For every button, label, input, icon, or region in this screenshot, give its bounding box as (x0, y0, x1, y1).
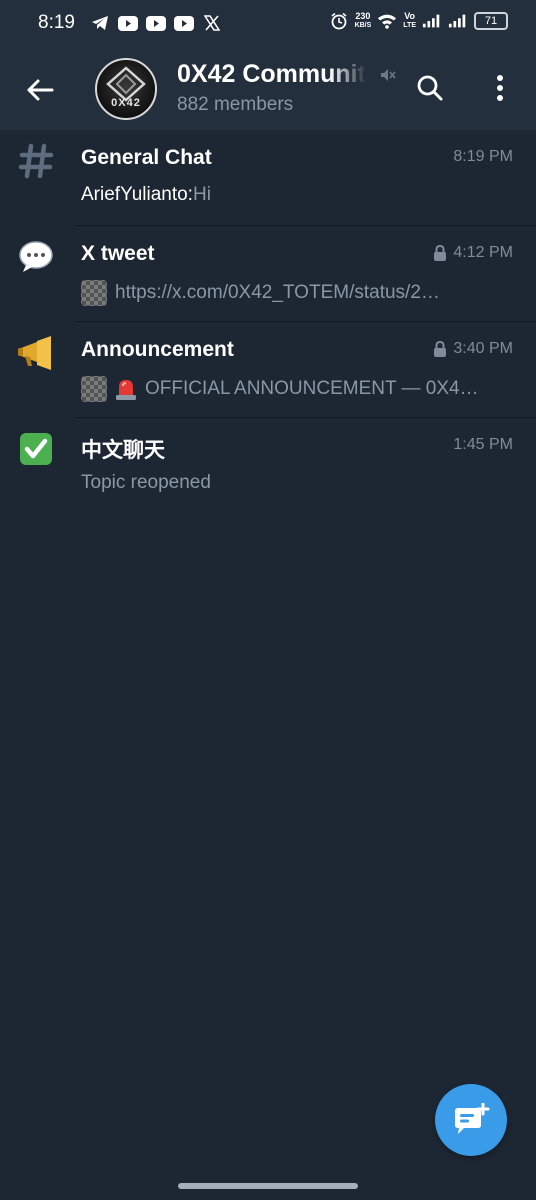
telegram-icon (90, 14, 110, 32)
volte-top: Vo (404, 11, 416, 21)
topic-time: 8:19 PM (453, 148, 513, 166)
signal-icon (422, 12, 442, 30)
youtube-icon (118, 14, 138, 32)
group-avatar[interactable]: 0X42 (95, 58, 157, 120)
lock-icon (434, 245, 447, 261)
home-indicator[interactable] (178, 1183, 358, 1189)
topic-time-text: 8:19 PM (453, 148, 513, 165)
back-arrow-icon (27, 79, 54, 101)
three-dots-vertical-icon (497, 75, 503, 101)
topic-name: 中文聊天 (81, 439, 165, 462)
more-options-button[interactable] (482, 68, 518, 108)
media-thumbnail (81, 280, 107, 306)
search-icon (417, 75, 443, 101)
topic-preview: OFFICIAL ANNOUNCEMENT — 0X4… (81, 376, 511, 402)
chat-header: 0X42 0X42 Communit 882 members (0, 48, 536, 130)
system-indicators: 230 KB/S Vo LTE 71 (329, 12, 508, 30)
x-logo-icon (202, 14, 222, 32)
media-thumbnail (81, 376, 107, 402)
topic-preview: Topic reopened (81, 472, 511, 494)
topic-preview: AriefYulianto: Hi (81, 184, 511, 206)
youtube-icon (146, 14, 166, 32)
check-mark-icon (17, 430, 55, 468)
notification-icons (90, 14, 222, 32)
network-speed-unit: KB/S (354, 22, 372, 29)
network-speed: 230 KB/S (355, 12, 372, 30)
topic-time: 3:40 PM (433, 340, 513, 358)
alarm-icon (329, 12, 349, 30)
topic-name: X tweet (81, 242, 155, 265)
member-count: 882 members (177, 94, 294, 115)
hashtag-icon (17, 142, 55, 180)
battery-indicator: 71 (474, 12, 508, 30)
network-speed-value: 230 (355, 11, 371, 21)
message-text: OFFICIAL ANNOUNCEMENT — 0X4… (145, 378, 479, 399)
muted-icon (378, 66, 396, 89)
topic-row-announcement[interactable]: Announcement 3:40 PM OFFICIAL ANNOUNCEME… (0, 322, 536, 418)
topic-time-text: 1:45 PM (453, 436, 513, 453)
new-topic-icon (455, 1103, 490, 1134)
topic-name: Announcement (81, 338, 234, 361)
message-text: Topic reopened (81, 472, 211, 493)
topic-row-x-tweet[interactable]: X tweet 4:12 PM https://x.com/0X42_TOTEM… (0, 226, 536, 322)
battery-level: 71 (484, 15, 498, 27)
message-text: https://x.com/0X42_TOTEM/status/2… (115, 282, 440, 303)
volte-indicator: Vo LTE (403, 12, 416, 30)
lock-icon (434, 341, 447, 357)
megaphone-icon (17, 334, 55, 372)
siren-icon (116, 380, 136, 400)
speech-bubble-icon (17, 238, 55, 276)
back-button[interactable] (20, 70, 60, 110)
status-time: 8:19 (38, 12, 75, 33)
topic-preview: https://x.com/0X42_TOTEM/status/2… (81, 280, 511, 306)
message-text: Hi (192, 184, 211, 205)
topic-time-text: 3:40 PM (453, 340, 513, 357)
topic-row-chinese-chat[interactable]: 中文聊天 1:45 PM Topic reopened (0, 418, 536, 514)
topic-row-general-chat[interactable]: General Chat 8:19 PM AriefYulianto: Hi (0, 130, 536, 226)
avatar-text: 0X42 (111, 97, 141, 109)
topic-name: General Chat (81, 146, 212, 169)
volte-bottom: LTE (403, 22, 416, 29)
message-sender: AriefYulianto: (81, 184, 193, 205)
new-topic-button[interactable] (435, 1084, 507, 1156)
topic-time-text: 4:12 PM (453, 244, 513, 261)
topic-time: 1:45 PM (453, 436, 513, 454)
signal-icon (448, 12, 468, 30)
wifi-icon (377, 12, 397, 30)
title-fade (330, 58, 375, 90)
topic-time: 4:12 PM (433, 244, 513, 262)
status-bar: 8:19 230 KB/S Vo LTE 71 (0, 0, 536, 48)
youtube-icon (174, 14, 194, 32)
search-button[interactable] (410, 68, 450, 108)
